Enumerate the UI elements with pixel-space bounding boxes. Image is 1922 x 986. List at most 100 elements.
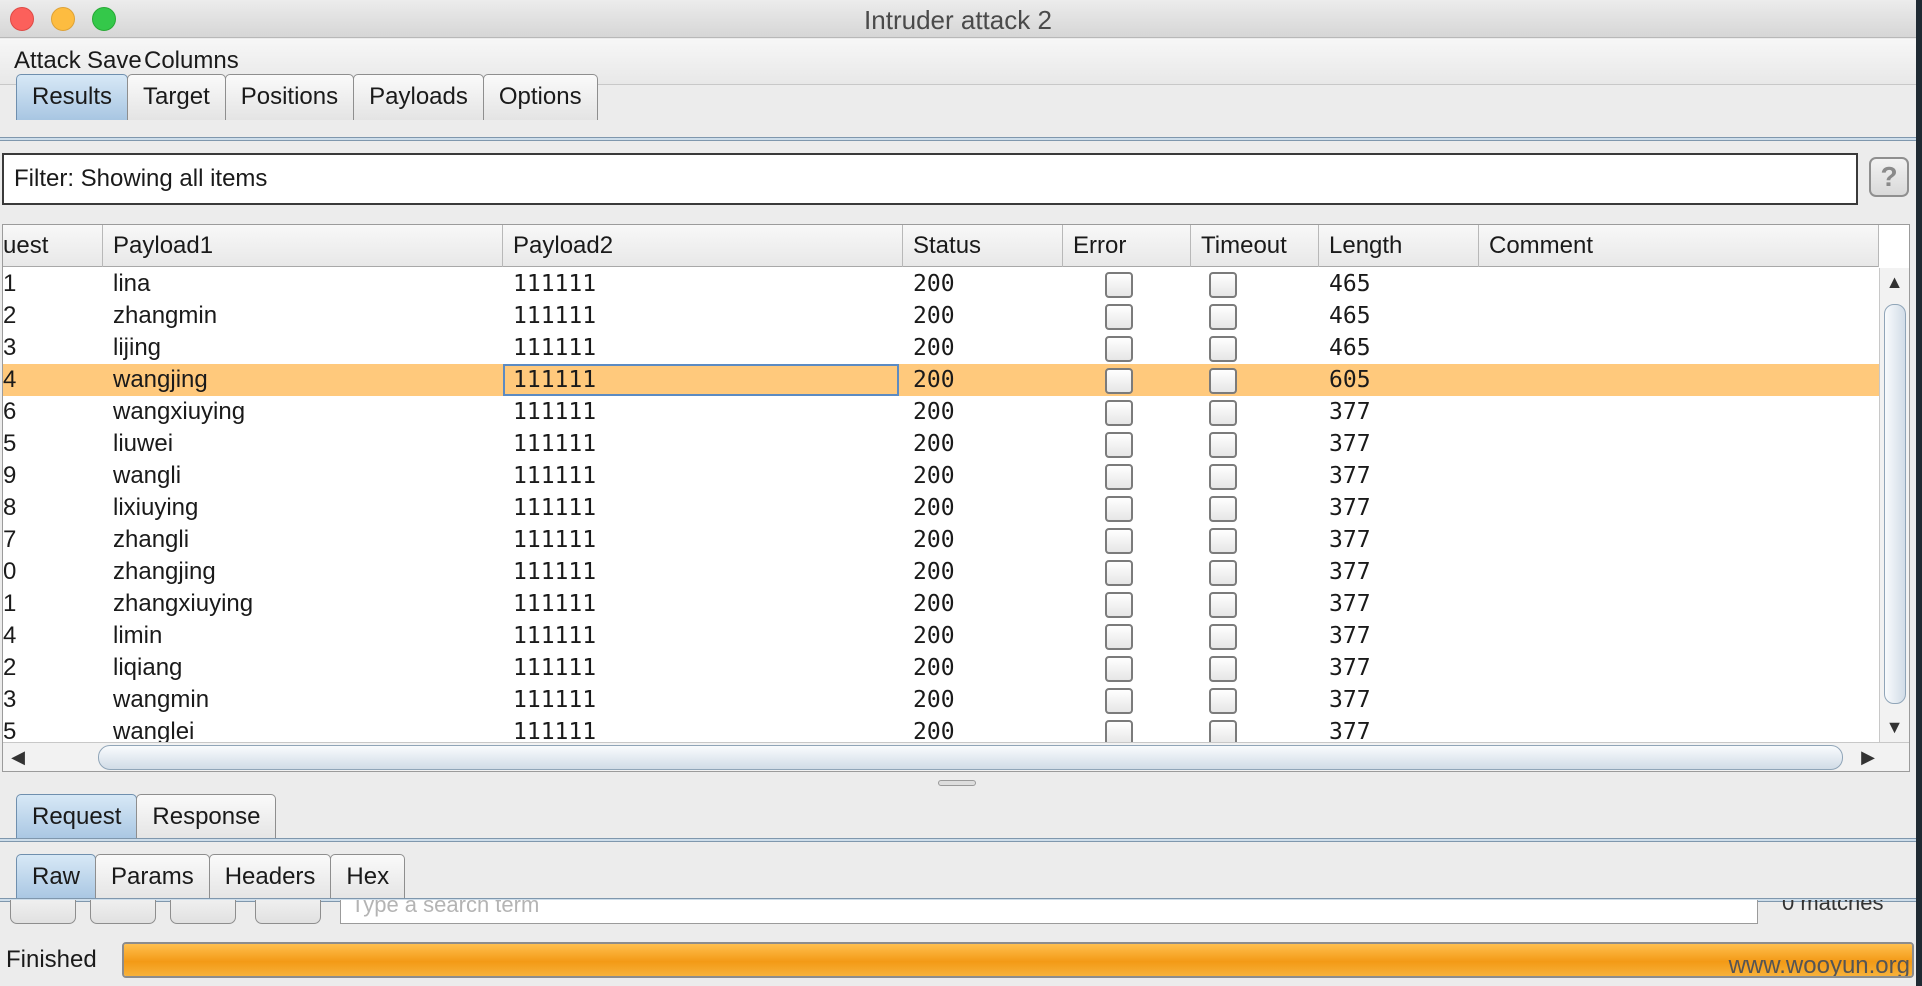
timeout-checkbox[interactable] (1209, 496, 1237, 522)
cell-length: 465 (1329, 271, 1371, 297)
table-row[interactable]: 8 lixiuying 111111 200 377 (3, 492, 1879, 524)
tab-target[interactable]: Target (127, 74, 226, 120)
search-back-button[interactable] (90, 900, 156, 924)
timeout-checkbox[interactable] (1209, 720, 1237, 742)
cell-status: 200 (913, 367, 955, 393)
timeout-checkbox[interactable] (1209, 592, 1237, 618)
scroll-up-arrow-icon[interactable]: ▲ (1880, 272, 1909, 293)
horizontal-scrollbar[interactable]: ◀ ▶ (3, 742, 1909, 771)
column-request[interactable]: uest (3, 225, 103, 267)
error-checkbox[interactable] (1105, 656, 1133, 682)
table-row[interactable]: 5 liuwei 111111 200 377 (3, 428, 1879, 460)
column-comment[interactable]: Comment (1479, 225, 1879, 267)
timeout-checkbox[interactable] (1209, 560, 1237, 586)
column-length[interactable]: Length (1319, 225, 1479, 267)
error-checkbox[interactable] (1105, 592, 1133, 618)
cell-payload1: zhangmin (113, 302, 218, 329)
column-payload2[interactable]: Payload2 (503, 225, 903, 267)
error-checkbox[interactable] (1105, 432, 1133, 458)
search-help-button[interactable] (10, 900, 76, 924)
menu-save[interactable]: Save (87, 47, 142, 75)
column-timeout[interactable]: Timeout (1191, 225, 1319, 267)
tab-positions[interactable]: Positions (224, 74, 355, 120)
timeout-checkbox[interactable] (1209, 400, 1237, 426)
cell-request: 8 (3, 494, 17, 521)
scroll-left-arrow-icon[interactable]: ◀ (3, 747, 33, 768)
timeout-checkbox[interactable] (1209, 432, 1237, 458)
table-row[interactable]: 2 liqiang 111111 200 377 (3, 652, 1879, 684)
vertical-scrollbar[interactable]: ▲ ▼ (1879, 268, 1909, 742)
table-body: 1 lina 111111 200 465 2 zhangmin 111111 200 465 3 l… (3, 268, 1879, 742)
cell-payload2: 111111 (513, 559, 597, 585)
error-checkbox[interactable] (1105, 560, 1133, 586)
error-checkbox[interactable] (1105, 624, 1133, 650)
cell-payload2: 111111 (513, 591, 597, 617)
tab-hex[interactable]: Hex (330, 854, 406, 900)
search-input[interactable]: Type a search term (340, 900, 1758, 924)
table-row[interactable]: 9 wangli 111111 200 377 (3, 460, 1879, 492)
table-row[interactable]: 6 wangxiuying 111111 200 377 (3, 396, 1879, 428)
error-checkbox[interactable] (1105, 400, 1133, 426)
cell-request: 4 (3, 622, 17, 649)
table-row[interactable]: 1 zhangxiuying 111111 200 377 (3, 588, 1879, 620)
tab-request[interactable]: Request (16, 794, 138, 840)
tab-params[interactable]: Params (95, 854, 210, 900)
cell-payload1: liqiang (113, 654, 183, 681)
error-checkbox[interactable] (1105, 464, 1133, 490)
view-tabs: Raw Params Headers Hex (16, 854, 406, 900)
tab-options[interactable]: Options (482, 74, 598, 120)
timeout-checkbox[interactable] (1209, 656, 1237, 682)
help-icon[interactable]: ? (1869, 157, 1909, 197)
table-row[interactable]: 4 wangjing 111111 200 605 (3, 364, 1879, 396)
table-row[interactable]: 2 zhangmin 111111 200 465 (3, 300, 1879, 332)
search-forward-button[interactable] (255, 900, 321, 924)
filter-bar[interactable]: Filter: Showing all items (2, 153, 1858, 205)
tab-response[interactable]: Response (136, 794, 277, 840)
menu-columns[interactable]: Columns (144, 47, 239, 75)
scroll-down-arrow-icon[interactable]: ▼ (1880, 717, 1909, 738)
column-error[interactable]: Error (1063, 225, 1191, 267)
search-add-button[interactable] (170, 900, 236, 924)
timeout-checkbox[interactable] (1209, 464, 1237, 490)
timeout-checkbox[interactable] (1209, 272, 1237, 298)
column-status[interactable]: Status (903, 225, 1063, 267)
table-row[interactable]: 7 zhangli 111111 200 377 (3, 524, 1879, 556)
error-checkbox[interactable] (1105, 272, 1133, 298)
cell-request: 3 (3, 686, 17, 713)
table-row[interactable]: 1 lina 111111 200 465 (3, 268, 1879, 300)
menu-attack[interactable]: Attack (14, 47, 81, 75)
cell-request: 1 (3, 590, 17, 617)
timeout-checkbox[interactable] (1209, 368, 1237, 394)
timeout-checkbox[interactable] (1209, 336, 1237, 362)
cell-payload1: wangmin (113, 686, 210, 713)
column-payload1[interactable]: Payload1 (103, 225, 503, 267)
tab-headers[interactable]: Headers (208, 854, 332, 900)
table-row[interactable]: 3 lijing 111111 200 465 (3, 332, 1879, 364)
tab-results[interactable]: Results (16, 74, 129, 120)
timeout-checkbox[interactable] (1209, 304, 1237, 330)
table-row[interactable]: 3 wangmin 111111 200 377 (3, 684, 1879, 716)
error-checkbox[interactable] (1105, 368, 1133, 394)
timeout-checkbox[interactable] (1209, 688, 1237, 714)
error-checkbox[interactable] (1105, 528, 1133, 554)
timeout-checkbox[interactable] (1209, 624, 1237, 650)
error-checkbox[interactable] (1105, 688, 1133, 714)
table-row[interactable]: 5 wanglei 111111 200 377 (3, 716, 1879, 742)
cell-length: 377 (1329, 591, 1371, 617)
table-row[interactable]: 0 zhangjing 111111 200 377 (3, 556, 1879, 588)
error-checkbox[interactable] (1105, 336, 1133, 362)
cell-payload2: 111111 (513, 463, 597, 489)
error-checkbox[interactable] (1105, 720, 1133, 742)
scroll-right-arrow-icon[interactable]: ▶ (1853, 747, 1883, 768)
table-row[interactable]: 4 limin 111111 200 377 (3, 620, 1879, 652)
vertical-scroll-thumb[interactable] (1884, 304, 1906, 704)
tab-raw[interactable]: Raw (16, 854, 97, 900)
timeout-checkbox[interactable] (1209, 528, 1237, 554)
cell-length: 377 (1329, 687, 1371, 713)
error-checkbox[interactable] (1105, 304, 1133, 330)
pane-splitter[interactable] (938, 780, 976, 786)
horizontal-scroll-thumb[interactable] (98, 745, 1843, 770)
error-checkbox[interactable] (1105, 496, 1133, 522)
cell-request: 9 (3, 462, 17, 489)
tab-payloads[interactable]: Payloads (353, 74, 484, 120)
